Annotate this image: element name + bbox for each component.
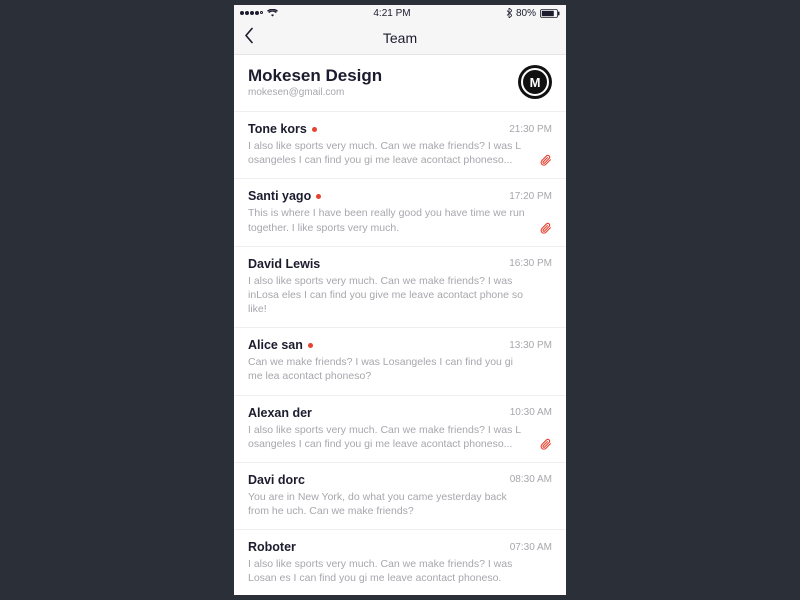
message-row[interactable]: Santi yago 17:20 PM This is where I have b…: [234, 179, 566, 246]
attachment-icon: [539, 221, 552, 235]
attachment-icon: [539, 153, 552, 167]
message-row[interactable]: Alice san 13:30 PM Can we make friends? I …: [234, 328, 566, 395]
team-logo: M: [518, 65, 552, 99]
status-right: 80%: [506, 8, 560, 19]
sender-name: Roboter: [248, 540, 296, 554]
sender-name: Santi yago: [248, 189, 311, 203]
battery-percent: 80%: [516, 8, 536, 19]
unread-dot-icon: [308, 343, 313, 348]
message-preview: I also like sports very much. Can we mak…: [248, 557, 552, 585]
sender-name: Alexan der: [248, 406, 312, 420]
status-bar: 4:21 PM 80%: [234, 5, 566, 21]
team-title: Mokesen Design: [248, 66, 382, 86]
message-time: 10:30 AM: [510, 407, 552, 418]
phone-screen: 4:21 PM 80% Team Mokesen Design mokesen@…: [234, 5, 566, 595]
unread-dot-icon: [312, 127, 317, 132]
message-row[interactable]: Tone kors 21:30 PM I also like sports very…: [234, 112, 566, 179]
wifi-icon: [267, 9, 278, 17]
message-time: 16:30 PM: [509, 258, 552, 269]
message-preview: Can we make friends? I was Losangeles I …: [248, 355, 552, 383]
message-list[interactable]: Tone kors 21:30 PM I also like sports very…: [234, 112, 566, 595]
nav-bar: Team: [234, 21, 566, 55]
attachment-icon: [539, 437, 552, 451]
team-header: Mokesen Design mokesen@gmail.com M: [234, 55, 566, 112]
sender-name: Alice san: [248, 338, 303, 352]
chevron-left-icon: [244, 27, 254, 43]
logo-letter: M: [530, 75, 541, 90]
message-row[interactable]: Alexan der 10:30 AM I also like sports ver…: [234, 396, 566, 463]
unread-dot-icon: [316, 194, 321, 199]
message-row[interactable]: Davi dorc 08:30 AM You are in New York, do…: [234, 463, 566, 530]
sender-name: Davi dorc: [248, 473, 305, 487]
message-preview: I also like sports very much. Can we mak…: [248, 139, 552, 167]
message-time: 08:30 AM: [510, 474, 552, 485]
message-row[interactable]: David Lewis 16:30 PM I also like sports ve…: [234, 247, 566, 329]
message-time: 17:20 PM: [509, 191, 552, 202]
signal-dots-icon: [240, 11, 263, 15]
nav-title: Team: [383, 30, 417, 46]
message-time: 21:30 PM: [509, 124, 552, 135]
message-time: 07:30 AM: [510, 542, 552, 553]
message-preview: You are in New York, do what you came ye…: [248, 490, 552, 518]
message-preview: I also like sports very much. Can we mak…: [248, 423, 552, 451]
battery-icon: [540, 9, 560, 18]
message-preview: This is where I have been really good yo…: [248, 206, 552, 234]
status-time: 4:21 PM: [373, 8, 410, 19]
message-time: 13:30 PM: [509, 340, 552, 351]
back-button[interactable]: [244, 27, 254, 48]
message-row[interactable]: Roboter 07:30 AM I also like sports very m…: [234, 530, 566, 595]
sender-name: Tone kors: [248, 122, 307, 136]
sender-name: David Lewis: [248, 257, 320, 271]
message-preview: I also like sports very much. Can we mak…: [248, 274, 552, 317]
status-left: [240, 9, 278, 17]
team-email: mokesen@gmail.com: [248, 87, 382, 98]
bluetooth-icon: [506, 8, 512, 18]
